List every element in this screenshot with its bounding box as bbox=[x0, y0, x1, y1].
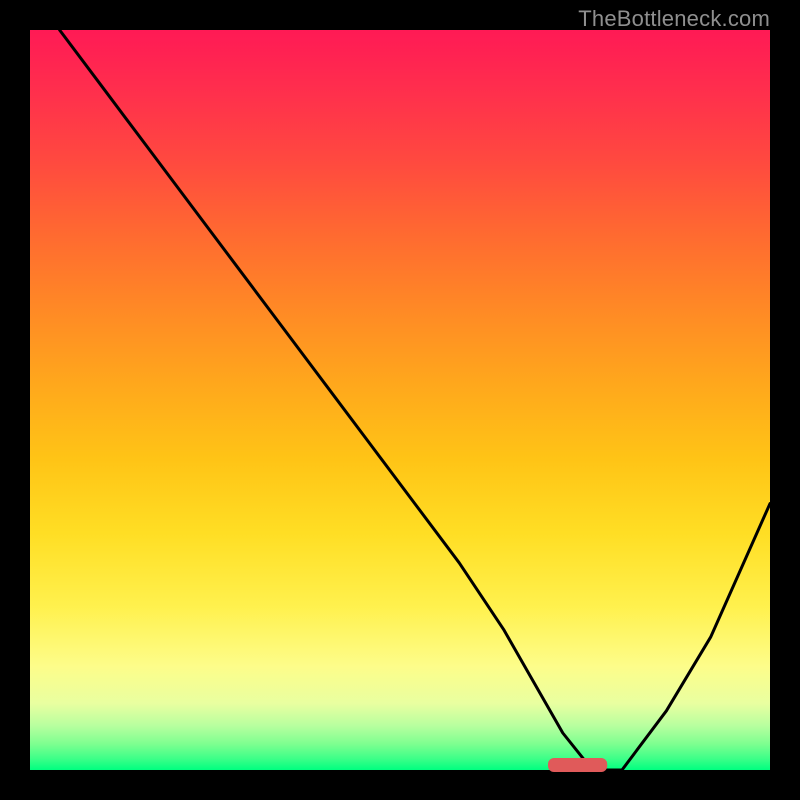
watermark-text: TheBottleneck.com bbox=[578, 6, 770, 32]
curve-svg bbox=[30, 30, 770, 770]
plot-area bbox=[30, 30, 770, 770]
optimum-marker bbox=[548, 758, 607, 772]
bottleneck-curve bbox=[60, 30, 770, 770]
chart-container: TheBottleneck.com bbox=[0, 0, 800, 800]
